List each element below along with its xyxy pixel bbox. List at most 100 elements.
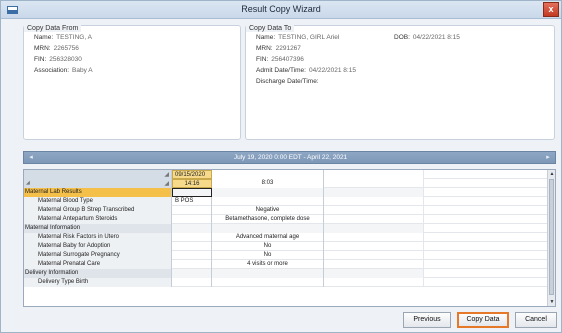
grid-corner-cell-2: ◢ ◢ [24, 179, 172, 188]
close-button[interactable]: x [543, 2, 559, 17]
to-name-value: TESTING, GIRL Ariel [278, 34, 340, 41]
result-value-cell-2[interactable]: Betamethasone, complete dose [212, 215, 324, 224]
column-blank-header-2 [324, 170, 424, 179]
results-grid: ◢ 09/15/2020 ◢ ◢ 14:16 8:03 Maternal Lab … [23, 169, 556, 307]
result-row[interactable]: Maternal Risk Factors in Utero Advanced m… [24, 233, 548, 242]
result-value-cell-3 [324, 242, 424, 251]
from-association-value: Baby A [72, 67, 93, 74]
result-row[interactable]: Maternal Baby for Adoption No [24, 242, 548, 251]
column-blank-header [212, 170, 324, 179]
result-row[interactable]: Maternal Prenatal Care 4 visits or more [24, 260, 548, 269]
grid-header-time-row: ◢ ◢ 14:16 8:03 [24, 179, 548, 188]
scroll-thumb[interactable] [549, 179, 554, 295]
result-row[interactable]: Maternal Antepartum Steroids Betamethason… [24, 215, 548, 224]
result-value-cell-3 [324, 188, 424, 197]
result-name-cell: Maternal Baby for Adoption [24, 242, 172, 251]
result-value-cell-1[interactable]: B POS [172, 197, 212, 206]
result-value-cell-1[interactable] [172, 260, 212, 269]
copy-data-button[interactable]: Copy Data [457, 312, 509, 328]
from-name-value: TESTING, A [56, 34, 92, 41]
result-value-cell-2[interactable]: Negative [212, 206, 324, 215]
result-copy-wizard-window: Result Copy Wizard x Copy Data From Name… [0, 0, 562, 333]
to-fin-value: 256407396 [271, 56, 304, 63]
result-name-cell: Maternal Prenatal Care [24, 260, 172, 269]
title-bar: Result Copy Wizard x [1, 1, 561, 19]
to-name-label: Name: [256, 34, 276, 41]
scroll-down-icon[interactable]: ▼ [548, 298, 555, 306]
result-name-cell: Maternal Group B Strep Transcribed [24, 206, 172, 215]
from-name-row: Name: TESTING, A [34, 34, 92, 41]
from-mrn-row: MRN: 2265756 [34, 45, 79, 52]
scroll-up-icon[interactable]: ▲ [548, 170, 555, 178]
result-value-cell-1[interactable] [172, 206, 212, 215]
to-discharge-row: Discharge Date/Time: [256, 78, 322, 85]
result-row[interactable]: Maternal Group B Strep Transcribed Negati… [24, 206, 548, 215]
result-value-cell-2[interactable]: 4 visits or more [212, 260, 324, 269]
result-row[interactable]: Maternal Surrogate Pregnancy No [24, 251, 548, 260]
result-value-cell-1[interactable] [172, 269, 212, 278]
to-dob-label: DOB: [394, 34, 410, 41]
result-name-cell: Delivery Type Birth [24, 278, 172, 287]
result-name-cell: Delivery Information [24, 269, 172, 278]
resize-grip-icon-2: ◢ [164, 181, 169, 187]
copy-from-panel: Copy Data From Name: TESTING, A MRN: 22657… [23, 25, 241, 140]
to-dob-value: 04/22/2021 8:15 [412, 34, 460, 41]
to-name-row: Name: TESTING, GIRL Ariel [256, 34, 339, 41]
date-range-text: July 19, 2020 0:00 EDT - April 22, 2021 [233, 154, 348, 161]
result-value-cell-2[interactable]: Advanced maternal age [212, 233, 324, 242]
section-row[interactable]: Delivery Information [24, 269, 548, 278]
to-mrn-row: MRN: 2291267 [256, 45, 301, 52]
from-mrn-value: 2265756 [53, 45, 79, 52]
result-value-cell-2[interactable] [212, 197, 324, 206]
result-name-cell: Maternal Blood Type [24, 197, 172, 206]
result-value-cell-2[interactable] [212, 269, 324, 278]
result-row[interactable]: Delivery Type Birth [24, 278, 548, 287]
from-name-label: Name: [34, 34, 54, 41]
result-value-cell-2[interactable] [212, 278, 324, 287]
result-value-cell-2[interactable]: No [212, 251, 324, 260]
column-time-header-1[interactable]: 14:16 [172, 179, 212, 188]
result-value-cell-1[interactable] [172, 224, 212, 233]
to-admit-row: Admit Date/Time: 04/22/2021 8:15 [256, 67, 356, 74]
to-admit-value: 04/22/2021 8:15 [308, 67, 356, 74]
result-value-cell-3 [324, 197, 424, 206]
from-fin-value: 256328030 [49, 56, 82, 63]
grid-header-date-row: ◢ 09/15/2020 [24, 170, 548, 179]
result-value-cell-2[interactable] [212, 224, 324, 233]
section-row[interactable]: Maternal Information [24, 224, 548, 233]
result-name-cell: Maternal Surrogate Pregnancy [24, 251, 172, 260]
column-time-header-2[interactable]: 8:03 [212, 179, 324, 188]
to-mrn-value: 2291267 [275, 45, 301, 52]
result-value-cell-3 [324, 260, 424, 269]
resize-grip-icon: ◢ [164, 172, 169, 178]
to-mrn-label: MRN: [256, 45, 273, 52]
result-value-cell-1[interactable] [172, 188, 212, 197]
result-name-cell: Maternal Lab Results [24, 188, 172, 197]
to-fin-row: FIN: 256407396 [256, 56, 304, 63]
result-value-cell-1[interactable] [172, 242, 212, 251]
section-row[interactable]: Maternal Lab Results [24, 188, 548, 197]
from-fin-label: FIN: [34, 56, 47, 63]
result-row[interactable]: Maternal Blood Type B POS [24, 197, 548, 206]
previous-button[interactable]: Previous [403, 312, 451, 328]
from-association-row: Association: Baby A [34, 67, 93, 74]
copy-to-panel: Copy Data To Name: TESTING, GIRL Ariel DO… [245, 25, 555, 140]
collapse-icon[interactable]: ◢ [26, 179, 30, 187]
result-value-cell-1[interactable] [172, 233, 212, 242]
to-fin-label: FIN: [256, 56, 269, 63]
grid-vertical-scrollbar[interactable]: ▲ ▼ [547, 170, 555, 306]
result-name-cell: Maternal Risk Factors in Utero [24, 233, 172, 242]
from-fin-row: FIN: 256328030 [34, 56, 82, 63]
copy-to-legend: Copy Data To [246, 25, 295, 32]
result-value-cell-3 [324, 215, 424, 224]
result-value-cell-2[interactable]: No [212, 242, 324, 251]
result-value-cell-1[interactable] [172, 278, 212, 287]
cancel-button[interactable]: Cancel [515, 312, 557, 328]
result-value-cell-2[interactable] [212, 188, 324, 197]
range-next-icon[interactable]: ▸ [543, 152, 553, 163]
result-value-cell-1[interactable] [172, 251, 212, 260]
column-date-header[interactable]: 09/15/2020 [172, 170, 212, 179]
column-time-header-3 [324, 179, 424, 188]
result-value-cell-1[interactable] [172, 215, 212, 224]
result-value-cell-3 [324, 278, 424, 287]
